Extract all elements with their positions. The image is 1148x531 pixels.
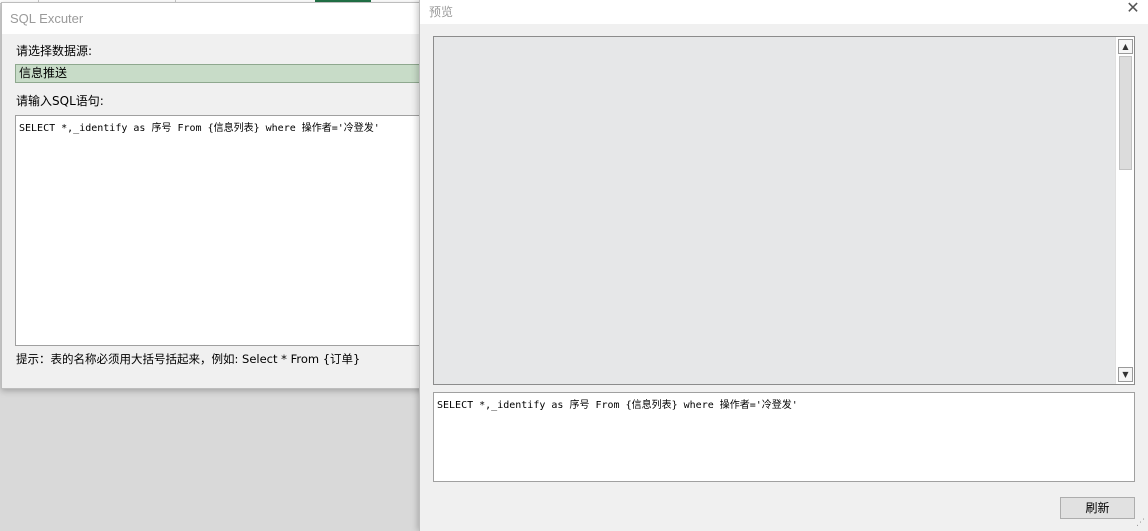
preview-title: 预览	[429, 5, 454, 19]
background-area	[0, 390, 420, 531]
preview-sql-textbox[interactable]: SELECT *,_identify as 序号 From {信息列表} whe…	[433, 392, 1135, 482]
sql-dialog-title: SQL Excuter	[10, 11, 84, 26]
scroll-down-icon[interactable]: ▼	[1118, 367, 1133, 382]
vertical-scrollbar[interactable]: ▲ ▼	[1115, 37, 1134, 384]
sql-dialog-titlebar[interactable]: SQL Excuter	[2, 3, 425, 34]
resize-grip-icon[interactable]: ⋰	[1136, 519, 1146, 529]
close-icon[interactable]: ✕	[1124, 0, 1142, 18]
data-source-label: 请选择数据源:	[16, 44, 93, 58]
sql-input-textarea[interactable]: SELECT *,_identify as 序号 From {信息列表} whe…	[15, 115, 427, 346]
refresh-button[interactable]: 刷新	[1060, 497, 1135, 519]
data-source-select[interactable]: 信息推送	[15, 64, 427, 83]
sql-input-label: 请输入SQL语句:	[16, 94, 104, 108]
hint-text: 提示：表的名称必须用大括号括起来，例如: Select * From {订单}	[16, 352, 361, 366]
sql-excuter-dialog: SQL Excuter 请选择数据源: 信息推送 请输入SQL语句: SELEC…	[1, 2, 427, 389]
preview-results-grid[interactable]: ▲ ▼	[433, 36, 1135, 385]
preview-titlebar[interactable]: 预览 ✕	[420, 0, 1148, 24]
preview-dialog: 预览 ✕ ▲ ▼ SELECT *,_identify as 序号 From {…	[419, 0, 1148, 531]
scroll-thumb[interactable]	[1119, 56, 1132, 170]
scroll-up-icon[interactable]: ▲	[1118, 39, 1133, 54]
